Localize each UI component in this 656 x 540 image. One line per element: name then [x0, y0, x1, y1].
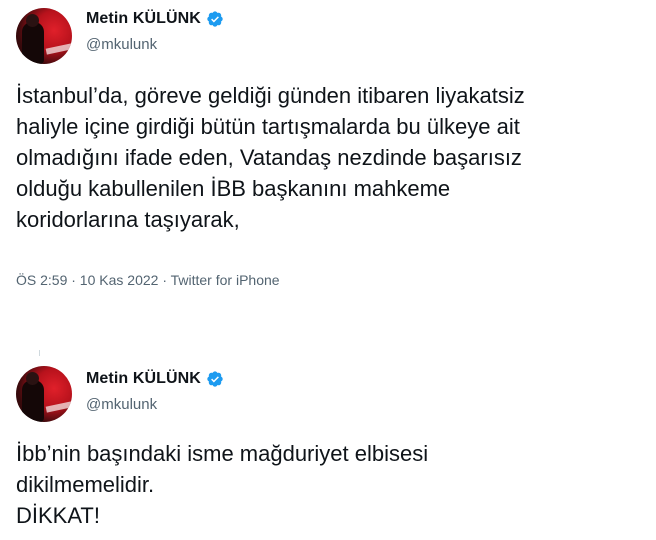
author-row: Metin KÜLÜNK: [86, 370, 224, 388]
avatar[interactable]: [16, 8, 72, 64]
author-handle[interactable]: @mkulunk: [86, 396, 157, 413]
avatar-stripe: [45, 43, 72, 55]
verified-badge-icon: [207, 11, 223, 27]
author-display-name[interactable]: Metin KÜLÜNK: [86, 370, 201, 388]
avatar-stripe: [45, 401, 72, 413]
tweet-text: İbb’nin başındaki isme mağduriyet elbise…: [16, 441, 429, 528]
tweet-text: İstanbul’da, göreve geldiği günden itiba…: [16, 83, 525, 232]
author-display-name[interactable]: Metin KÜLÜNK: [86, 10, 201, 28]
avatar-figure: [22, 380, 44, 422]
avatar-head: [26, 372, 39, 385]
tweet-meta[interactable]: ÖS 2:59 · 10 Kas 2022 · Twitter for iPho…: [16, 272, 280, 288]
avatar-figure: [22, 22, 44, 64]
avatar-head: [26, 14, 39, 27]
avatar[interactable]: [16, 366, 72, 422]
tweet[interactable]: Metin KÜLÜNK @mkulunk İstanbul’da, görev…: [0, 0, 656, 300]
author-row: Metin KÜLÜNK: [86, 10, 224, 28]
author-handle[interactable]: @mkulunk: [86, 36, 157, 53]
verified-badge-icon: [207, 371, 223, 387]
